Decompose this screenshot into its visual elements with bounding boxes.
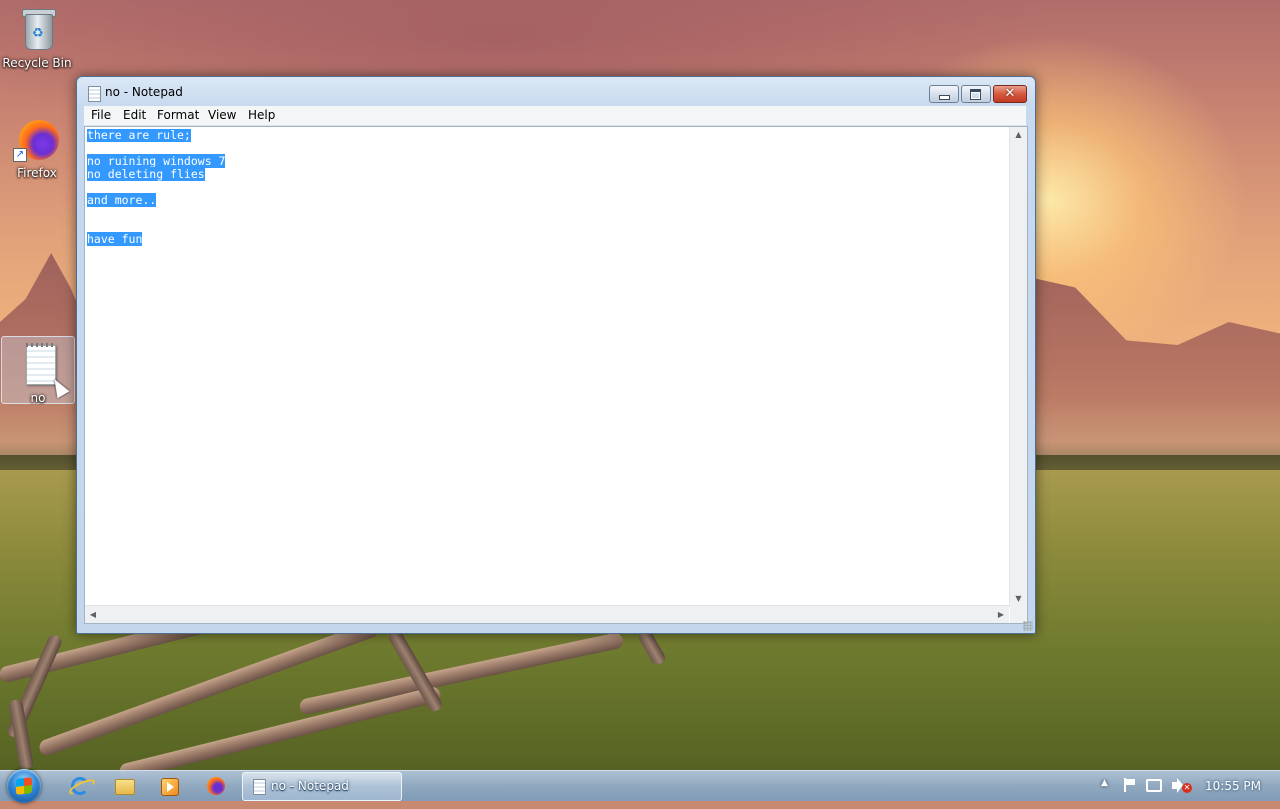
- document-line: have fun: [87, 232, 143, 246]
- internet-explorer-icon: [71, 777, 89, 795]
- taskbar-pin-windows-explorer[interactable]: [104, 774, 144, 798]
- desktop-icon-label: Firefox: [17, 166, 57, 180]
- taskbar-task-notepad[interactable]: no - Notepad: [242, 772, 402, 801]
- menu-edit[interactable]: Edit: [123, 108, 146, 122]
- scroll-down-icon[interactable]: ▼: [1010, 591, 1027, 607]
- notepad-window[interactable]: no - Notepad ✕ File Edit Format View Hel…: [76, 76, 1036, 634]
- volume-muted-icon[interactable]: ✕: [1172, 778, 1192, 794]
- firefox-icon: [207, 777, 225, 795]
- desktop-icon-label: Recycle Bin: [2, 56, 72, 70]
- menu-format[interactable]: Format: [157, 108, 199, 122]
- vertical-scrollbar[interactable]: ▲ ▼: [1009, 127, 1027, 607]
- taskbar-pin-internet-explorer[interactable]: [59, 774, 99, 798]
- notepad-icon: [253, 779, 266, 795]
- recycle-bin-icon: ♻: [13, 6, 61, 54]
- document-line: and more..: [87, 193, 157, 207]
- firefox-icon: ↗: [13, 116, 61, 164]
- minimize-button[interactable]: [929, 85, 959, 103]
- menu-view[interactable]: View: [208, 108, 236, 122]
- text-editor[interactable]: there are rule; no ruining windows 7 no …: [84, 126, 1028, 624]
- document-line: no ruining windows 7: [87, 154, 226, 168]
- scroll-left-icon[interactable]: ◀: [85, 606, 101, 623]
- document-line: no deleting flies: [87, 167, 205, 181]
- menu-file[interactable]: File: [91, 108, 111, 122]
- windows-logo-icon: [16, 777, 32, 795]
- close-button[interactable]: ✕: [993, 85, 1027, 103]
- system-clock[interactable]: 10:55 PM: [1205, 779, 1261, 809]
- taskbar-task-label: no - Notepad: [271, 779, 349, 793]
- desktop-icon-recycle-bin[interactable]: ♻ Recycle Bin: [1, 6, 73, 72]
- menu-help[interactable]: Help: [248, 108, 275, 122]
- document-text[interactable]: there are rule; no ruining windows 7 no …: [87, 129, 1005, 605]
- horizontal-scrollbar[interactable]: ◀ ▶: [85, 605, 1009, 623]
- taskbar-pin-firefox[interactable]: [196, 774, 236, 798]
- windows-explorer-icon: [115, 779, 135, 795]
- menu-bar: File Edit Format View Help: [84, 106, 1026, 126]
- window-title: no - Notepad: [105, 85, 183, 99]
- taskbar: no - Notepad ▲ ✕ 10:55 PM: [0, 769, 1280, 803]
- start-button[interactable]: [7, 769, 41, 803]
- desktop-icon-firefox[interactable]: ↗ Firefox: [1, 116, 73, 182]
- media-player-icon: [161, 778, 179, 796]
- network-icon[interactable]: [1146, 779, 1162, 792]
- notepad-icon: [88, 86, 101, 102]
- maximize-icon: [970, 89, 981, 100]
- minimize-icon: [939, 95, 950, 100]
- maximize-button[interactable]: [961, 85, 991, 103]
- resize-grip-icon[interactable]: [1023, 621, 1033, 631]
- window-titlebar[interactable]: no - Notepad ✕: [77, 77, 1035, 107]
- close-icon: ✕: [1004, 86, 1016, 101]
- document-line: there are rule;: [87, 129, 191, 142]
- scroll-up-icon[interactable]: ▲: [1010, 127, 1027, 143]
- action-center-flag-icon[interactable]: [1122, 778, 1136, 792]
- taskbar-pin-media-player[interactable]: [150, 774, 190, 798]
- scroll-right-icon[interactable]: ▶: [993, 606, 1009, 623]
- show-hidden-icons-arrow[interactable]: ▲: [1101, 778, 1108, 808]
